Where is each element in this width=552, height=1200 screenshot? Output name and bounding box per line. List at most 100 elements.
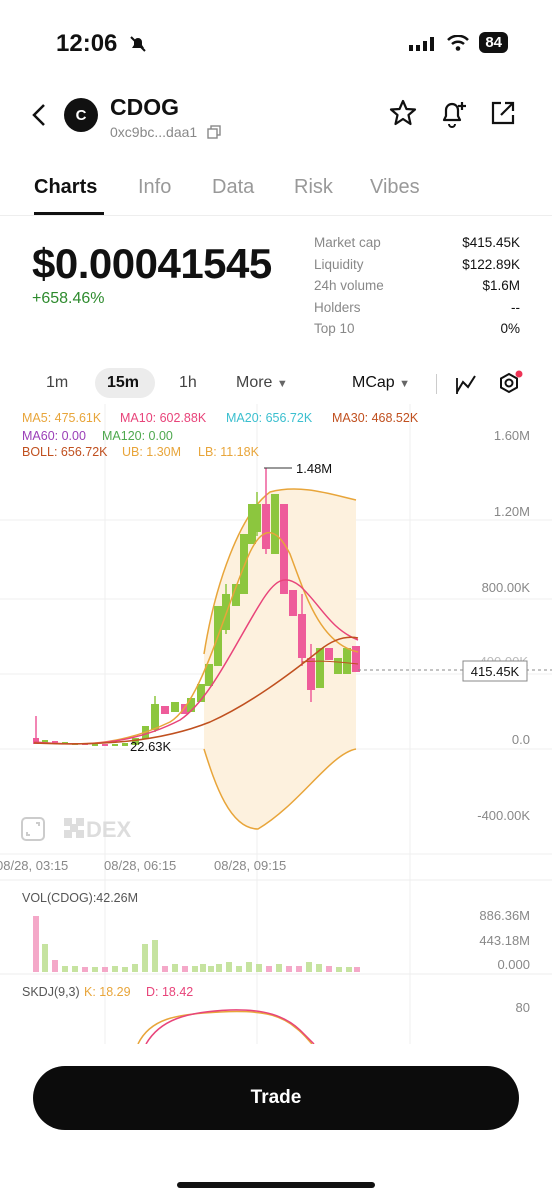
token-stats: Market cap $415.45K Liquidity $122.89K 24h… xyxy=(314,232,520,340)
chart-toolbar: 1m 15m 1h More ▼ MCap ▼ xyxy=(0,364,552,402)
trade-button[interactable]: Trade xyxy=(33,1066,519,1130)
timeframe-15m[interactable]: 15m xyxy=(107,374,139,392)
candle xyxy=(307,658,315,690)
skdj-tick: 80 xyxy=(516,1000,530,1015)
stat-volume: 24h volume $1.6M xyxy=(314,275,520,297)
price-chart[interactable]: MA5: 475.61K MA10: 602.88K MA20: 656.72K… xyxy=(0,404,552,1045)
high-annotation: 1.48M xyxy=(296,461,332,476)
y-tick: 1.60M xyxy=(494,428,530,443)
candle xyxy=(334,658,342,674)
y-tick: -400.00K xyxy=(477,808,530,823)
candle xyxy=(151,704,159,730)
tab-data[interactable]: Data xyxy=(212,176,254,199)
tab-risk[interactable]: Risk xyxy=(294,176,333,199)
ma120-label: MA120: 0.00 xyxy=(102,429,173,443)
timeframe-1m[interactable]: 1m xyxy=(46,374,68,392)
token-header: C CDOG 0xc9bc...daa1 xyxy=(0,90,552,150)
candle xyxy=(271,494,279,554)
low-annotation: 22.63K xyxy=(130,739,172,754)
mcap-label: MCap xyxy=(352,374,395,391)
candle xyxy=(122,743,128,746)
timeframe-1h[interactable]: 1h xyxy=(179,374,197,392)
skdj-d-label: D: 18.42 xyxy=(146,985,193,999)
settings-icon[interactable] xyxy=(496,370,524,398)
status-time: 12:06 xyxy=(56,30,118,57)
share-icon[interactable] xyxy=(488,98,518,128)
candle xyxy=(352,646,360,672)
candle xyxy=(171,702,179,712)
stat-value: $1.6M xyxy=(482,278,520,293)
tab-bar: Charts Info Data Risk Vibes xyxy=(0,170,552,216)
token-avatar: C xyxy=(64,98,98,132)
token-name: CDOG xyxy=(110,94,179,120)
ma20-label: MA20: 656.72K xyxy=(226,411,313,425)
x-tick: 08/28, 09:15 xyxy=(214,858,286,873)
tab-vibes[interactable]: Vibes xyxy=(370,176,420,199)
toolbar-divider xyxy=(436,374,437,394)
address-text: 0xc9bc...daa1 xyxy=(110,124,198,140)
stat-value: 0% xyxy=(500,321,520,336)
more-label: More xyxy=(236,374,273,391)
stat-value: $415.45K xyxy=(462,235,520,250)
candle xyxy=(262,504,270,549)
volume-tick: 443.18M xyxy=(479,933,530,948)
tab-info[interactable]: Info xyxy=(138,176,171,199)
x-tick: 08/28, 03:15 xyxy=(0,858,68,873)
skdj-k-line xyxy=(137,1010,313,1045)
stat-holders: Holders -- xyxy=(314,297,520,319)
stat-market-cap: Market cap $415.45K xyxy=(314,232,520,254)
tab-charts[interactable]: Charts xyxy=(34,176,97,199)
chart-svg: MA5: 475.61K MA10: 602.88K MA20: 656.72K… xyxy=(0,404,552,1045)
boll-label: BOLL: 656.72K xyxy=(22,445,108,459)
current-value-label: 415.45K xyxy=(471,664,520,679)
stat-value: $122.89K xyxy=(462,256,520,272)
status-bar: 12:06 84 xyxy=(0,0,552,90)
stat-label: 24h volume xyxy=(314,278,384,293)
stat-label: Market cap xyxy=(314,235,381,250)
back-icon[interactable] xyxy=(28,100,50,130)
candle xyxy=(240,534,248,594)
stat-label: Liquidity xyxy=(314,256,364,272)
stat-top10: Top 10 0% xyxy=(314,318,520,340)
status-indicators: 84 xyxy=(409,32,508,53)
active-tab-indicator xyxy=(34,212,104,215)
lb-label: LB: 11.18K xyxy=(198,445,260,459)
dex-watermark: DEX xyxy=(86,817,132,842)
wifi-icon xyxy=(447,34,470,51)
volume-label: VOL(CDOG):42.26M xyxy=(22,891,138,905)
candle xyxy=(112,744,118,746)
stat-value: -- xyxy=(511,299,520,315)
volume-bars xyxy=(33,916,360,972)
ub-label: UB: 1.30M xyxy=(122,445,181,459)
more-timeframes-button[interactable]: More ▼ xyxy=(236,374,288,392)
skdj-k-label: K: 18.29 xyxy=(84,985,131,999)
candle xyxy=(316,648,324,688)
token-address[interactable]: 0xc9bc...daa1 xyxy=(110,124,221,140)
candle xyxy=(298,614,306,658)
bell-muted-icon xyxy=(130,36,146,52)
candle xyxy=(161,706,169,714)
stat-label: Top 10 xyxy=(314,321,355,336)
dex-logo: DEX xyxy=(64,817,132,842)
candle xyxy=(343,648,351,674)
candle xyxy=(325,648,333,660)
x-tick: 08/28, 06:15 xyxy=(104,858,176,873)
skdj-label: SKDJ(9,3) xyxy=(22,985,80,999)
copy-icon[interactable] xyxy=(207,125,221,139)
add-alert-icon[interactable] xyxy=(438,98,470,130)
mcap-toggle[interactable]: MCap ▼ xyxy=(352,374,410,392)
battery-indicator: 84 xyxy=(479,32,508,53)
y-tick: 0.0 xyxy=(512,732,530,747)
star-icon[interactable] xyxy=(388,98,418,128)
fullscreen-icon[interactable] xyxy=(21,817,45,841)
ma60-label: MA60: 0.00 xyxy=(22,429,86,443)
ma5-label: MA5: 475.61K xyxy=(22,411,102,425)
candle xyxy=(92,744,98,746)
candle xyxy=(102,744,108,746)
y-tick: 800.00K xyxy=(482,580,531,595)
chevron-down-icon: ▼ xyxy=(276,378,288,390)
ma30-label: MA30: 468.52K xyxy=(332,411,419,425)
stat-label: Holders xyxy=(314,299,361,315)
skdj-d-line xyxy=(145,1009,315,1045)
indicator-icon[interactable] xyxy=(454,372,478,396)
